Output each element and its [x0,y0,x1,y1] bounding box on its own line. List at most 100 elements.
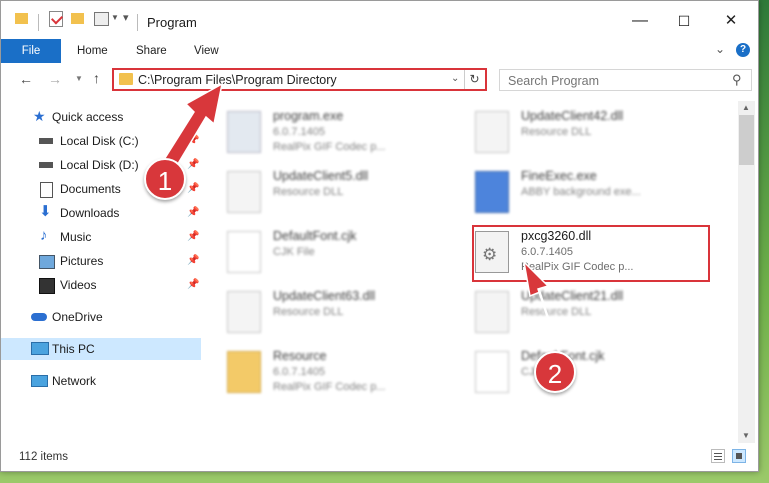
search-input[interactable] [506,72,730,90]
help-button[interactable]: ? [736,43,750,57]
recent-locations-icon[interactable]: ▼ [75,74,83,83]
file-name: UpdateClient5.dll [273,169,369,183]
search-box[interactable]: ⚲ [499,69,752,91]
tab-view[interactable]: View [194,39,219,63]
sidebar-item-downloads[interactable]: ⬇ Downloads 📌 [1,202,201,224]
forward-arrow-icon[interactable]: → [48,71,62,87]
file-item[interactable]: DefaultFont.cjk CJK File [209,225,449,279]
file-version: 6.0.7.1405 [273,366,325,378]
sidebar-item-label: Documents [60,182,121,196]
computer-icon [31,342,49,355]
back-arrow-icon[interactable]: ← [19,71,33,87]
sidebar-item-label: Network [52,374,97,388]
scrollbar-thumb[interactable] [739,115,754,165]
video-icon [39,278,55,294]
pin-icon: 📌 [187,159,200,170]
folder-icon [119,73,133,85]
pin-icon: 📌 [187,231,200,242]
pin-icon: 📌 [187,135,200,146]
file-item[interactable]: program.exe 6.0.7.1405 RealPix GIF Codec… [209,105,449,159]
highlight-box [472,225,710,282]
sidebar-item-local-disk-c[interactable]: Local Disk (C:) 📌 [1,130,201,152]
sidebar-item-onedrive[interactable]: OneDrive [1,306,201,328]
file-name: UpdateClient21.dll [521,289,624,303]
star-icon: ★ [33,108,46,124]
file-type: Resource DLL [273,186,344,198]
file-name: DefaultFont.cjk [273,229,357,243]
picture-icon [39,255,55,269]
file-item[interactable]: FineExec.exe ABBY background exe... [457,165,697,219]
ribbon-tabs: File Home Share View ⌄ ? [1,39,758,93]
pin-icon: 📌 [187,207,200,218]
expand-ribbon-icon[interactable]: ⌄ [715,42,725,56]
sidebar-item-videos[interactable]: Videos 📌 [1,274,201,296]
address-path[interactable]: C:\Program Files\Program Directory [138,73,337,87]
sidebar-item-this-pc[interactable]: This PC [1,338,201,360]
folder-icon [15,13,28,24]
chevron-down-icon[interactable]: ▼ [111,13,119,22]
file-type: Resource DLL [521,306,592,318]
exe-icon [227,111,261,153]
pin-icon: 📌 [187,279,200,290]
search-icon[interactable]: ⚲ [732,72,742,88]
details-view-button[interactable] [711,449,725,463]
refresh-icon[interactable]: ↻ [464,70,484,89]
up-arrow-icon[interactable]: ↑ [93,70,100,86]
drive-icon [39,138,53,144]
scroll-up-icon[interactable]: ▲ [742,103,750,112]
address-bar[interactable]: C:\Program Files\Program Directory ⌄ ↻ [112,68,487,91]
sidebar-item-label: Local Disk (D:) [60,158,139,172]
folder-icon [227,351,261,393]
vertical-scrollbar[interactable]: ▲ ▼ [738,101,755,443]
chevron-down-icon[interactable]: ⌄ [451,73,459,84]
sidebar-item-pictures[interactable]: Pictures 📌 [1,250,201,272]
scroll-down-icon[interactable]: ▼ [742,431,750,440]
file-icon [227,231,261,273]
file-item[interactable]: UpdateClient21.dll Resource DLL [457,285,697,339]
new-folder-icon[interactable] [71,13,84,24]
sidebar-item-quick-access[interactable]: ★ Quick access [1,106,201,128]
file-version: 6.0.7.1405 [273,126,325,138]
customize-toolbar-icon[interactable]: ▾ [123,11,129,24]
file-type: Resource DLL [273,306,344,318]
file-description: RealPix GIF Codec p... [273,141,386,153]
file-item[interactable]: UpdateClient42.dll Resource DLL [457,105,697,159]
close-button[interactable]: ✕ [711,9,751,33]
sidebar-item-label: This PC [52,342,95,356]
music-icon: ♪ [40,227,48,244]
file-item[interactable]: UpdateClient63.dll Resource DLL [209,285,449,339]
file-name: Resource [273,349,327,363]
view-options-icon[interactable] [94,12,109,26]
file-name: UpdateClient63.dll [273,289,376,303]
file-name: FineExec.exe [521,169,597,183]
maximize-button[interactable]: ☐ [664,9,704,33]
large-icons-view-button[interactable] [732,449,746,463]
sidebar-item-label: OneDrive [52,310,103,324]
properties-icon[interactable] [49,11,64,27]
file-item[interactable]: UpdateClient5.dll Resource DLL [209,165,449,219]
sidebar-item-music[interactable]: ♪ Music 📌 [1,226,201,248]
file-item[interactable]: DefaultFont.cjk CJK File [457,345,697,399]
dll-icon [227,291,261,333]
sidebar-item-label: Music [60,230,92,244]
tab-share[interactable]: Share [136,39,167,63]
sidebar-item-network[interactable]: Network [1,370,201,392]
pin-icon: 📌 [187,183,200,194]
file-name: UpdateClient42.dll [521,109,624,123]
minimize-button[interactable]: — [620,9,660,33]
file-type: ABBY background exe... [521,186,641,198]
app-icon [475,171,509,213]
item-count: 112 items [19,451,69,463]
tab-home[interactable]: Home [77,39,108,63]
drive-icon [39,162,53,168]
file-description: RealPix GIF Codec p... [273,381,386,393]
title-bar: ▼ ▾ Program — ☐ ✕ [1,1,758,39]
document-icon [40,182,53,198]
step-1-badge: 1 [144,158,186,200]
file-item[interactable]: Resource 6.0.7.1405 RealPix GIF Codec p.… [209,345,449,399]
network-icon [31,375,48,387]
explorer-window: ▼ ▾ Program — ☐ ✕ File Home Share View ⌄… [0,0,759,472]
file-type: CJK File [273,246,315,258]
file-type: Resource DLL [521,126,592,138]
status-bar: 112 items [1,446,758,470]
